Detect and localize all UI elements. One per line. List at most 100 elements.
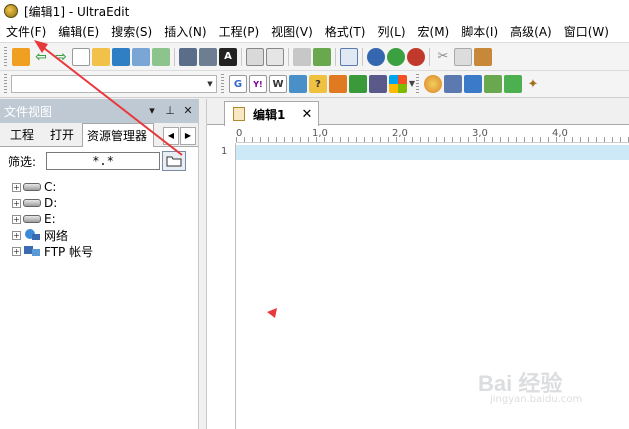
current-line-highlight[interactable] <box>236 145 629 160</box>
tree-item-label: E: <box>44 212 56 226</box>
close-icon[interactable]: ✕ <box>180 103 196 119</box>
line-number-gutter: 1 <box>207 143 236 429</box>
folder-icon <box>166 156 182 167</box>
expand-icon[interactable]: + <box>12 214 21 224</box>
font-icon[interactable]: A <box>219 47 237 66</box>
expand-icon[interactable]: + <box>12 198 21 208</box>
chevron-left-icon[interactable]: ◀ <box>163 127 179 145</box>
list-lines-icon[interactable] <box>340 47 358 66</box>
dict-icon[interactable] <box>289 75 307 93</box>
circle-blue-icon[interactable] <box>367 47 385 66</box>
cut-icon[interactable]: ✂ <box>434 48 452 66</box>
tree-item-network[interactable]: + 网络 <box>0 227 198 243</box>
hex-icon[interactable] <box>293 47 311 66</box>
secondary-toolbar: ▼ G Y! W ? ▼ ✦ <box>0 70 629 98</box>
tree-item-d[interactable]: + D: <box>0 195 198 211</box>
code-icon[interactable] <box>504 75 522 93</box>
wordwrap-icon[interactable] <box>246 47 264 66</box>
menu-bar: 文件(F) 编辑(E) 搜索(S) 插入(N) 工程(P) 视图(V) 格式(T… <box>0 22 629 42</box>
print-preview-icon[interactable] <box>199 47 217 66</box>
css-icon[interactable] <box>349 75 367 93</box>
menu-insert[interactable]: 插入(N) <box>158 22 212 42</box>
drive-icon <box>23 215 41 223</box>
toolbar-grip[interactable] <box>221 74 224 94</box>
windows-icon[interactable] <box>389 75 407 93</box>
paste-icon[interactable] <box>474 47 492 66</box>
chevron-down-icon[interactable]: ▼ <box>204 76 216 92</box>
panel-title: 文件视图 <box>4 104 53 119</box>
panel-dropdown-icon[interactable]: ▾ <box>144 103 160 119</box>
php-icon[interactable] <box>369 75 387 93</box>
document-icon <box>233 107 245 121</box>
panel-splitter[interactable] <box>199 99 207 429</box>
format-icon[interactable] <box>266 47 284 66</box>
menu-view[interactable]: 视图(V) <box>265 22 319 42</box>
wiki-icon[interactable]: W <box>269 75 287 93</box>
window-title: [编辑1] - UltraEdit <box>24 4 130 19</box>
yahoo-icon[interactable]: Y! <box>249 75 267 93</box>
ftp-icon <box>24 246 40 256</box>
toolbar-grip[interactable] <box>4 74 7 94</box>
menu-script[interactable]: 脚本(I) <box>455 22 504 42</box>
tree-item-c[interactable]: + C: <box>0 179 198 195</box>
browse-folder-button[interactable] <box>162 151 187 171</box>
filter-input[interactable]: *.* <box>46 152 161 170</box>
circle-red-icon[interactable] <box>407 47 425 66</box>
toolbar-grip[interactable] <box>4 46 7 67</box>
save-icon[interactable] <box>112 47 130 66</box>
google-icon[interactable]: G <box>229 75 247 93</box>
open-icon[interactable] <box>12 47 30 66</box>
magic-icon[interactable]: ✦ <box>524 75 542 93</box>
circle-green-icon[interactable] <box>387 47 405 66</box>
menu-column[interactable]: 列(L) <box>371 22 411 42</box>
menu-search[interactable]: 搜索(S) <box>105 22 158 42</box>
close-tab-icon[interactable]: ✕ <box>300 107 314 122</box>
new-file-icon[interactable] <box>72 47 90 66</box>
menu-macro[interactable]: 宏(M) <box>412 22 456 42</box>
tab-project[interactable]: 工程 <box>2 124 43 146</box>
chevron-right-icon[interactable]: ▶ <box>180 127 196 145</box>
tab-scroll-buttons: ◀ ▶ <box>162 127 196 145</box>
column-mode-icon[interactable] <box>313 47 331 66</box>
tab-explorer[interactable]: 资源管理器 <box>82 123 155 147</box>
expand-icon[interactable]: + <box>12 230 21 240</box>
pin-icon[interactable]: ⊥ <box>162 103 178 119</box>
menu-window[interactable]: 窗口(W) <box>558 22 615 42</box>
doc-icon[interactable] <box>444 75 462 93</box>
toolbar-overflow-icon[interactable]: ▼ <box>408 75 416 93</box>
main-toolbar: ⇦ ⇨ A ✂ <box>0 42 629 70</box>
image-icon[interactable] <box>484 75 502 93</box>
toolbar-combo[interactable]: ▼ <box>11 75 217 93</box>
forward-icon[interactable]: ⇨ <box>52 48 70 66</box>
title-bar: [编辑1] - UltraEdit <box>0 0 629 22</box>
file-tree: + C: + D: + E: + 网络 + FTP 帐号 <box>0 175 198 259</box>
menu-project[interactable]: 工程(P) <box>213 22 266 42</box>
tree-item-ftp[interactable]: + FTP 帐号 <box>0 243 198 259</box>
copy-file-icon[interactable] <box>152 47 170 66</box>
document-tabs: 编辑1 ✕ <box>207 99 629 126</box>
help-icon[interactable]: ? <box>309 75 327 93</box>
html-icon[interactable] <box>329 75 347 93</box>
tree-item-label: C: <box>44 180 57 194</box>
watermark: Bai 经验 jingyan.baidu.com <box>478 366 618 406</box>
print-icon[interactable] <box>179 47 197 66</box>
expand-icon[interactable]: + <box>12 182 21 192</box>
tree-item-e[interactable]: + E: <box>0 211 198 227</box>
save-all-icon[interactable] <box>132 47 150 66</box>
menu-file[interactable]: 文件(F) <box>0 22 52 42</box>
expand-icon[interactable]: + <box>12 246 21 256</box>
file-view-panel: 文件视图 ▾ ⊥ ✕ 工程 打开 资源管理器 ◀ ▶ 筛选: *.* + C: … <box>0 99 199 429</box>
open-folder-icon[interactable] <box>92 47 110 66</box>
toolbar-grip[interactable] <box>416 74 419 94</box>
menu-advanced[interactable]: 高级(A) <box>504 22 558 42</box>
refresh-icon[interactable] <box>464 75 482 93</box>
copy-icon[interactable] <box>454 47 472 66</box>
app-logo-icon[interactable] <box>4 4 18 18</box>
tab-open[interactable]: 打开 <box>42 124 83 146</box>
document-tab[interactable]: 编辑1 ✕ <box>224 101 319 126</box>
back-icon[interactable]: ⇦ <box>32 48 50 66</box>
menu-format[interactable]: 格式(T) <box>319 22 372 42</box>
browser-icon[interactable] <box>424 75 442 93</box>
ruler-ticks <box>236 137 629 142</box>
menu-edit[interactable]: 编辑(E) <box>52 22 105 42</box>
